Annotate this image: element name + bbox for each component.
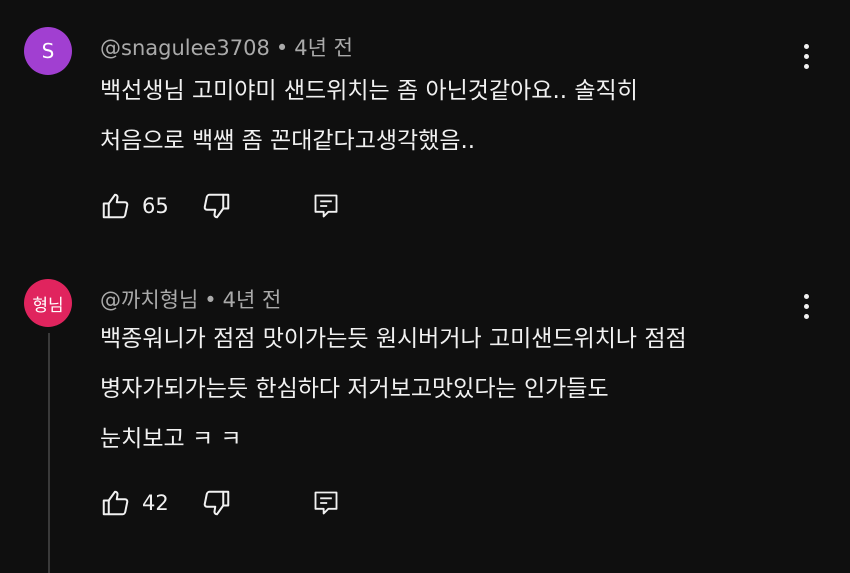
comment-line: 처음으로 백쌤 좀 꼰대같다고생각했음.. — [100, 128, 476, 154]
comment-time: 4년 전 — [222, 288, 282, 312]
separator-dot: • — [275, 36, 289, 60]
avatar[interactable]: S — [24, 27, 72, 75]
reply-icon[interactable] — [312, 191, 340, 221]
comment-actions: 65 — [100, 188, 340, 224]
comment-text: 백선생님 고미야미 샌드위치는 좀 아닌것같아요.. 솔직히 처음으로 백쌤 좀… — [100, 66, 638, 166]
like-count: 42 — [142, 491, 169, 515]
separator-dot: • — [204, 288, 217, 312]
more-vertical-icon[interactable] — [802, 294, 810, 319]
author-name[interactable]: @까치형님 — [100, 288, 198, 312]
comment-line: 백종워니가 점점 맛이가는듯 원시버거나 고미샌드위치나 점점 — [100, 326, 687, 352]
author-name[interactable]: @snagulee3708 — [100, 36, 270, 60]
thumbs-up-icon[interactable] — [100, 488, 130, 518]
comment-text: 백종워니가 점점 맛이가는듯 원시버거나 고미샌드위치나 점점 병자가되가는듯 … — [100, 314, 687, 464]
reply-icon[interactable] — [312, 488, 340, 518]
comment-line: 병자가되가는듯 한심하다 저거보고맛있다는 인가들도 — [100, 376, 609, 402]
comment-line: 눈치보고 ㅋ ㅋ — [100, 426, 242, 452]
comment-line: 백선생님 고미야미 샌드위치는 좀 아닌것같아요.. 솔직히 — [100, 78, 638, 104]
thumbs-down-icon[interactable] — [202, 488, 232, 518]
thread-line — [48, 333, 50, 573]
comment-time: 4년 전 — [294, 36, 353, 60]
avatar[interactable]: 형님 — [24, 279, 72, 327]
thumbs-up-icon[interactable] — [100, 191, 130, 221]
comment-actions: 42 — [100, 485, 340, 521]
more-vertical-icon[interactable] — [802, 44, 810, 69]
comment-header: @까치형님 • 4년 전 — [100, 284, 281, 314]
comment-header: @snagulee3708 • 4년 전 — [100, 32, 353, 62]
thumbs-down-icon[interactable] — [202, 191, 232, 221]
like-count: 65 — [142, 194, 169, 218]
